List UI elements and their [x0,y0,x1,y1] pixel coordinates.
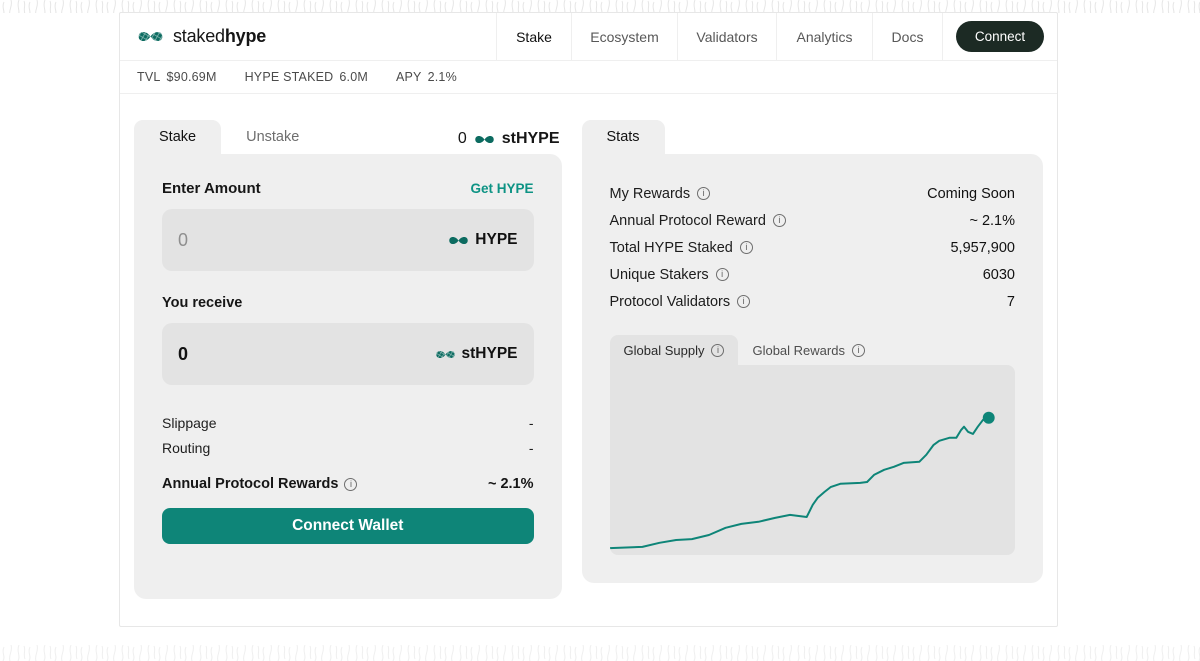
unique-stakers-value: 6030 [983,267,1015,283]
stake-column: Stake Unstake 0 stHYPE Enter Amount Get … [134,120,562,599]
unique-stakers-label: Unique Stakers [610,267,709,283]
apy-label: APY [396,70,422,84]
slippage-row: Slippage - [162,411,534,436]
apy-stat: APY 2.1% [396,70,457,84]
connect-button[interactable]: Connect [956,21,1044,52]
tvl-label: TVL [137,70,161,84]
annual-reward-label: Annual Protocol Reward [610,213,766,229]
brand-logo[interactable]: stakedhype [120,13,496,60]
hype-staked-value: 6.0M [339,70,368,84]
hype-token-label: HYPE [475,231,517,249]
sthype-token-icon [474,132,495,147]
nav-item-validators[interactable]: Validators [677,13,776,60]
global-rewards-label: Global Rewards [752,343,845,358]
annual-rewards-value: ~ 2.1% [488,476,534,492]
supply-line-chart-svg [610,365,1015,555]
info-icon[interactable]: i [711,344,724,357]
info-icon[interactable]: i [852,344,865,357]
slippage-value: - [529,411,534,436]
info-icon[interactable]: i [697,187,710,200]
info-icon[interactable]: i [773,214,786,227]
receive-value: 0 [178,344,188,365]
stat-row-my-rewards: My Rewards i Coming Soon [610,180,1015,207]
hype-token-selector: HYPE [448,231,517,249]
tab-stats[interactable]: Stats [582,120,665,154]
sthype-output-token: stHYPE [435,345,518,363]
stats-column: Stats My Rewards i Coming Soon Annual Pro… [582,120,1043,599]
nav-item-docs[interactable]: Docs [872,13,942,60]
sthype-balance: 0 stHYPE [458,130,562,154]
sthype-output-label: stHYPE [462,345,518,363]
hype-staked-stat: HYPE STAKED 6.0M [245,70,368,84]
connect-wallet-button[interactable]: Connect Wallet [162,508,534,544]
receive-output: 0 stHYPE [162,323,534,385]
protocol-stats-bar: TVL $90.69M HYPE STAKED 6.0M APY 2.1% [120,61,1057,94]
stat-row-annual-reward: Annual Protocol Reward i ~ 2.1% [610,207,1015,234]
topographic-pattern-bottom [0,645,1200,661]
hype-token-icon [448,233,469,248]
stakedhype-logo-icon [137,27,164,46]
tab-global-rewards[interactable]: Global Rewards i [738,335,879,365]
stats-tab-row: Stats [582,120,1043,154]
chart-end-point [982,412,994,424]
stake-tab-row: Stake Unstake 0 stHYPE [134,120,562,154]
hype-staked-label: HYPE STAKED [245,70,334,84]
brand-name: stakedhype [173,26,266,47]
stat-row-total-staked: Total HYPE Staked i 5,957,900 [610,234,1015,261]
tab-global-supply[interactable]: Global Supply i [610,335,739,365]
top-navigation: stakedhype Stake Ecosystem Validators An… [120,13,1057,61]
info-icon[interactable]: i [716,268,729,281]
amount-header: Enter Amount Get HYPE [162,180,534,197]
nav-connect-cell: Connect [942,13,1057,60]
enter-amount-label: Enter Amount [162,180,261,197]
protocol-validators-value: 7 [1007,294,1015,310]
page: stakedhype Stake Ecosystem Validators An… [0,0,1200,661]
tab-stake[interactable]: Stake [134,120,221,154]
my-rewards-label: My Rewards [610,186,691,202]
stats-rows: My Rewards i Coming Soon Annual Protocol … [610,180,1015,315]
sthype-plaid-icon [435,347,456,362]
balance-token: stHYPE [502,130,560,148]
you-receive-label: You receive [162,295,534,311]
nav-item-ecosystem[interactable]: Ecosystem [571,13,677,60]
info-icon[interactable]: i [740,241,753,254]
main-content: Stake Unstake 0 stHYPE Enter Amount Get … [120,94,1057,599]
stat-row-unique-stakers: Unique Stakers i 6030 [610,261,1015,288]
protocol-validators-label: Protocol Validators [610,294,731,310]
nav-item-analytics[interactable]: Analytics [776,13,872,60]
amount-input-value[interactable]: 0 [178,230,188,251]
routing-label: Routing [162,436,210,461]
total-staked-label: Total HYPE Staked [610,240,733,256]
tvl-value: $90.69M [167,70,217,84]
annual-rewards-label: Annual Protocol Rewards [162,476,338,492]
info-icon[interactable]: i [737,295,750,308]
total-staked-value: 5,957,900 [950,240,1015,256]
stake-panel: Enter Amount Get HYPE 0 HYPE You receive [134,154,562,599]
routing-value: - [529,436,534,461]
global-supply-label: Global Supply [624,343,705,358]
info-icon[interactable]: i [344,478,357,491]
tab-unstake[interactable]: Unstake [221,120,324,154]
get-hype-link[interactable]: Get HYPE [470,181,533,196]
tvl-stat: TVL $90.69M [137,70,217,84]
global-supply-chart [610,365,1015,555]
amount-input[interactable]: 0 HYPE [162,209,534,271]
routing-row: Routing - [162,436,534,461]
annual-reward-value: ~ 2.1% [969,213,1015,229]
app-window: stakedhype Stake Ecosystem Validators An… [119,12,1058,627]
my-rewards-value: Coming Soon [927,186,1015,202]
stat-row-protocol-validators: Protocol Validators i 7 [610,288,1015,315]
apy-value: 2.1% [428,70,457,84]
tx-details: Slippage - Routing - [162,411,534,461]
stats-panel: My Rewards i Coming Soon Annual Protocol … [582,154,1043,583]
chart-tabs: Global Supply i Global Rewards i [610,335,1015,365]
nav-item-stake[interactable]: Stake [496,13,571,60]
balance-amount: 0 [458,130,467,148]
slippage-label: Slippage [162,411,217,436]
annual-rewards-row: Annual Protocol Rewards i ~ 2.1% [162,476,534,492]
